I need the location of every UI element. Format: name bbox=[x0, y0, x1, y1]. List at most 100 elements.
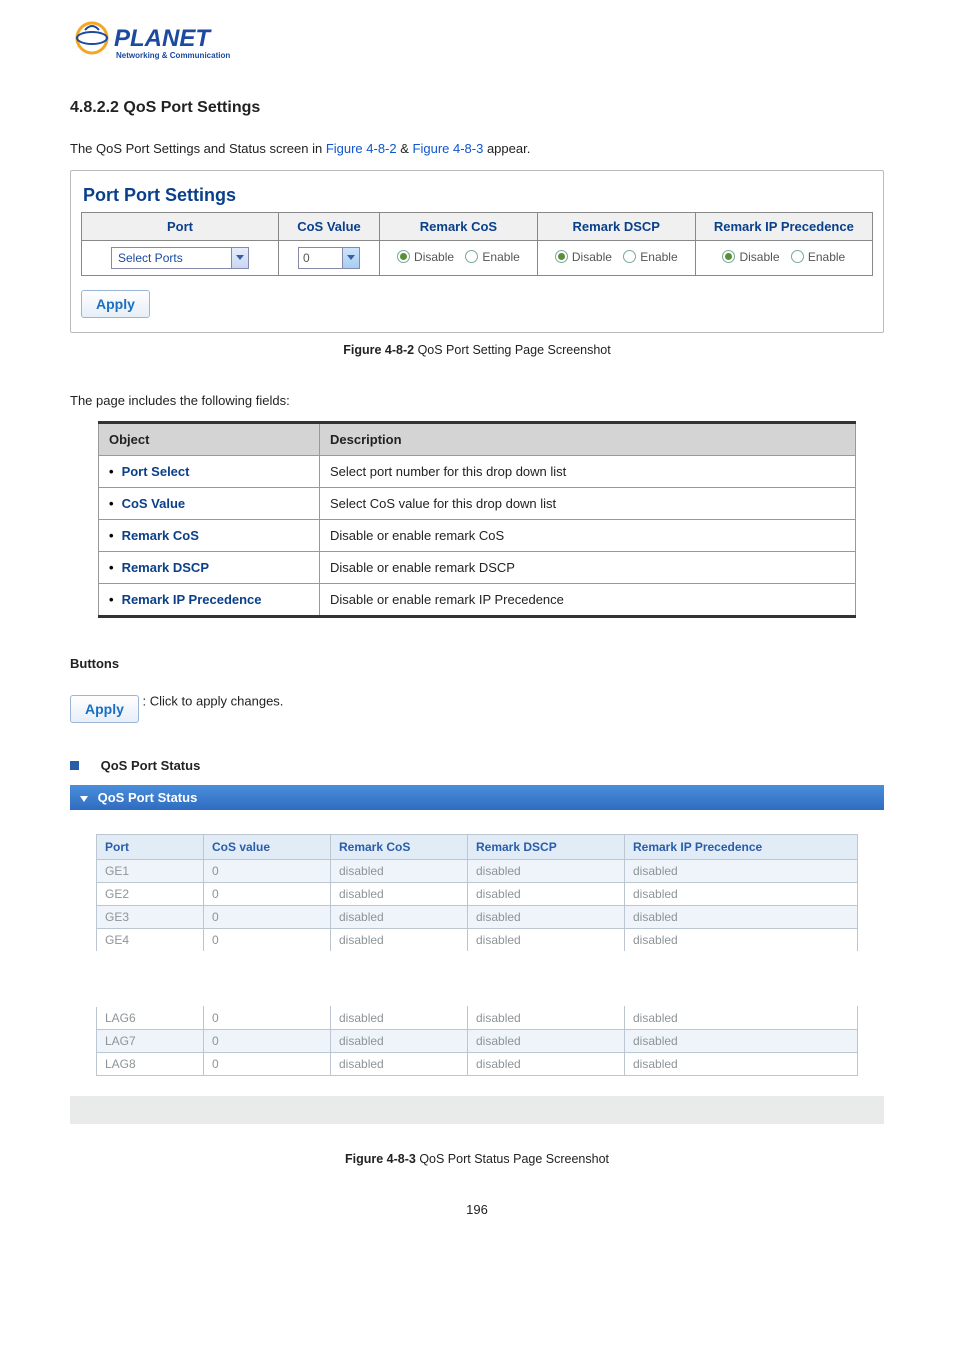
st-rcos: disabled bbox=[331, 860, 468, 883]
st-rdscp: disabled bbox=[468, 1007, 625, 1030]
obj-label: Remark IP Precedence bbox=[122, 592, 262, 607]
figure-2-bold: Figure 4-8-3 bbox=[345, 1152, 416, 1166]
chevron-down-icon bbox=[342, 248, 359, 268]
status-row: LAG8 0 disabled disabled disabled bbox=[97, 1053, 858, 1076]
st-cos: 0 bbox=[204, 906, 331, 929]
th-remark-cos: Remark CoS bbox=[380, 213, 538, 241]
status-row: GE4 0 disabled disabled disabled bbox=[97, 929, 858, 952]
chevron-down-icon bbox=[231, 248, 248, 268]
st-rip: disabled bbox=[625, 1030, 858, 1053]
st-rip: disabled bbox=[625, 929, 858, 952]
st-port: GE1 bbox=[97, 860, 204, 883]
obj-desc: Select port number for this drop down li… bbox=[320, 456, 856, 488]
obj-row: •CoS Value Select CoS value for this dro… bbox=[99, 488, 856, 520]
fields-intro: The page includes the following fields: bbox=[70, 393, 884, 408]
st-port: LAG6 bbox=[97, 1007, 204, 1030]
status-table-top: Port CoS value Remark CoS Remark DSCP Re… bbox=[96, 834, 858, 952]
st-rip: disabled bbox=[625, 1007, 858, 1030]
remark-cos-enable-radio[interactable] bbox=[465, 250, 478, 263]
st-h-rdscp: Remark DSCP bbox=[468, 835, 625, 860]
intro-pre: The QoS Port Settings and Status screen … bbox=[70, 141, 326, 156]
remark-cos-disable-label: Disable bbox=[414, 250, 454, 264]
panel-title: Port Port Settings bbox=[83, 185, 873, 206]
st-rip: disabled bbox=[625, 883, 858, 906]
status-row: LAG7 0 disabled disabled disabled bbox=[97, 1030, 858, 1053]
chevron-down-icon bbox=[80, 796, 88, 802]
remark-ip-enable-radio[interactable] bbox=[791, 250, 804, 263]
figure-2-text: QoS Port Status Page Screenshot bbox=[416, 1152, 609, 1166]
obj-desc: Disable or enable remark DSCP bbox=[320, 552, 856, 584]
obj-label: Port Select bbox=[122, 464, 190, 479]
figure-link-1[interactable]: Figure 4-8-2 bbox=[326, 141, 397, 156]
remark-dscp-disable-radio[interactable] bbox=[555, 250, 568, 263]
st-rcos: disabled bbox=[331, 1007, 468, 1030]
status-row: GE2 0 disabled disabled disabled bbox=[97, 883, 858, 906]
st-port: GE4 bbox=[97, 929, 204, 952]
section-title: 4.8.2.2 QoS Port Settings bbox=[70, 99, 884, 117]
st-port: LAG8 bbox=[97, 1053, 204, 1076]
buttons-heading: Buttons bbox=[70, 656, 884, 671]
st-rcos: disabled bbox=[331, 929, 468, 952]
figure-link-2[interactable]: Figure 4-8-3 bbox=[413, 141, 484, 156]
remark-ip-disable-label: Disable bbox=[739, 250, 779, 264]
st-rip: disabled bbox=[625, 1053, 858, 1076]
remark-cos-disable-radio[interactable] bbox=[397, 250, 410, 263]
obj-row: •Remark IP Precedence Disable or enable … bbox=[99, 584, 856, 617]
status-panel-header[interactable]: QoS Port Status bbox=[70, 785, 884, 810]
st-cos: 0 bbox=[204, 1007, 331, 1030]
st-port: LAG7 bbox=[97, 1030, 204, 1053]
st-rcos: disabled bbox=[331, 1053, 468, 1076]
remark-dscp-radio-group: Disable Enable bbox=[555, 250, 678, 264]
logo: PLANET Networking & Communication bbox=[70, 20, 884, 69]
logo-tagline: Networking & Communication bbox=[116, 51, 230, 60]
st-rip: disabled bbox=[625, 906, 858, 929]
remark-cos-enable-label: Enable bbox=[482, 250, 519, 264]
st-rcos: disabled bbox=[331, 883, 468, 906]
st-rdscp: disabled bbox=[468, 929, 625, 952]
figure-1-text: QoS Port Setting Page Screenshot bbox=[414, 343, 611, 357]
remark-dscp-enable-label: Enable bbox=[640, 250, 677, 264]
remark-dscp-enable-radio[interactable] bbox=[623, 250, 636, 263]
obj-row: •Remark DSCP Disable or enable remark DS… bbox=[99, 552, 856, 584]
port-select[interactable]: Select Ports bbox=[111, 247, 249, 269]
figure-1-caption: Figure 4-8-2 QoS Port Setting Page Scree… bbox=[70, 343, 884, 357]
object-description-table: Object Description •Port Select Select p… bbox=[98, 421, 856, 618]
remark-ip-disable-radio[interactable] bbox=[722, 250, 735, 263]
obj-th-desc: Description bbox=[320, 423, 856, 456]
status-row: LAG6 0 disabled disabled disabled bbox=[97, 1007, 858, 1030]
remark-ip-enable-label: Enable bbox=[808, 250, 845, 264]
obj-desc: Disable or enable remark CoS bbox=[320, 520, 856, 552]
apply-button[interactable]: Apply bbox=[81, 290, 150, 318]
apply-button-inline[interactable]: Apply bbox=[70, 695, 139, 723]
st-rdscp: disabled bbox=[468, 883, 625, 906]
remark-dscp-disable-label: Disable bbox=[572, 250, 612, 264]
th-remark-ip: Remark IP Precedence bbox=[695, 213, 872, 241]
st-rip: disabled bbox=[625, 860, 858, 883]
st-cos: 0 bbox=[204, 860, 331, 883]
th-cos: CoS Value bbox=[279, 213, 380, 241]
obj-desc: Disable or enable remark IP Precedence bbox=[320, 584, 856, 617]
status-row: GE3 0 disabled disabled disabled bbox=[97, 906, 858, 929]
square-bullet-icon bbox=[70, 761, 79, 770]
figure-1-bold: Figure 4-8-2 bbox=[343, 343, 414, 357]
st-port: GE2 bbox=[97, 883, 204, 906]
st-cos: 0 bbox=[204, 1030, 331, 1053]
status-panel-title: QoS Port Status bbox=[98, 790, 198, 805]
intro-paragraph: The QoS Port Settings and Status screen … bbox=[70, 141, 884, 156]
cos-value: 0 bbox=[303, 251, 310, 265]
port-settings-panel: Port Port Settings Port CoS Value Remark… bbox=[70, 170, 884, 333]
st-rdscp: disabled bbox=[468, 1030, 625, 1053]
intro-mid: & bbox=[397, 141, 413, 156]
logo-text: PLANET bbox=[114, 25, 212, 52]
cos-value-select[interactable]: 0 bbox=[298, 247, 360, 269]
intro-post: appear. bbox=[483, 141, 530, 156]
qos-port-status-panel: QoS Port Status Port CoS value Remark Co… bbox=[70, 785, 884, 1124]
status-table-bottom: LAG6 0 disabled disabled disabled LAG7 0… bbox=[96, 1006, 858, 1076]
obj-label: CoS Value bbox=[122, 496, 186, 511]
qos-port-status-label: QoS Port Status bbox=[101, 758, 201, 773]
figure-2-caption: Figure 4-8-3 QoS Port Status Page Screen… bbox=[70, 1152, 884, 1166]
th-port: Port bbox=[82, 213, 279, 241]
st-cos: 0 bbox=[204, 929, 331, 952]
st-h-rip: Remark IP Precedence bbox=[625, 835, 858, 860]
port-select-label: Select Ports bbox=[118, 251, 225, 265]
